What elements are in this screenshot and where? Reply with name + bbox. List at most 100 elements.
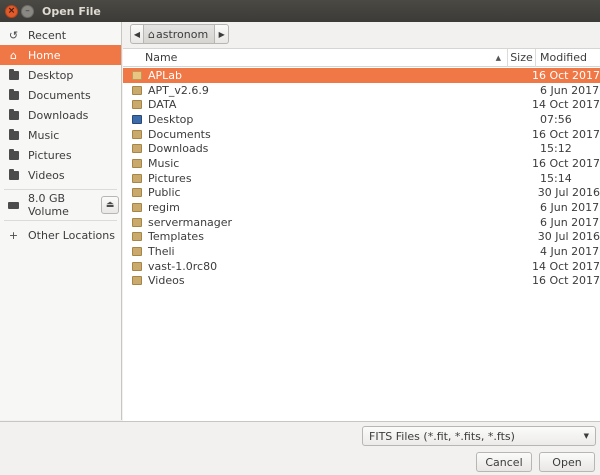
folder-icon [132,129,142,139]
table-row[interactable]: Templates 30 Jul 2016 [123,230,600,245]
file-modified: 6 Jun 2017 [540,215,600,229]
sidebar-item-documents[interactable]: Documents [0,85,121,105]
file-name: Desktop [148,112,194,126]
sidebar-item-label: 8.0 GB Volume [28,192,69,218]
folder-icon [132,85,142,95]
file-name: Pictures [148,171,192,185]
column-header-label: Name [145,51,178,64]
sort-up-icon: ▲ [495,53,501,62]
table-row[interactable]: APT_v2.6.9 6 Jun 2017 [123,83,600,98]
desktop-folder-icon [132,114,142,124]
file-name: DATA [148,98,177,112]
file-modified: 16 Oct 2017 [531,127,600,141]
places-sidebar: ↺ Recent ⌂ Home Desktop Documents Downlo… [0,22,122,420]
table-row[interactable]: regim 6 Jun 2017 [123,200,600,215]
table-row[interactable]: Public 30 Jul 2016 [123,186,600,201]
file-name-cell: Music [123,157,501,170]
file-type-filter[interactable]: FITS Files (*.fit, *.fits, *.fts) ▼ [362,426,596,446]
file-name-cell: servermanager [123,216,508,229]
table-row[interactable]: Pictures 15:14 [123,171,600,186]
file-name: regim [148,201,180,215]
file-modified: 30 Jul 2016 [537,230,600,244]
file-rows: APLab 16 Oct 2017 APT_v2.6.9 6 Jun 2017 DATA… [123,67,600,288]
sidebar-item-pictures[interactable]: Pictures [0,145,121,165]
home-icon: ⌂ [148,27,155,41]
table-row[interactable]: vast-1.0rc80 14 Oct 2017 [123,259,600,274]
sidebar-item-label: Documents [28,88,91,102]
folder-icon [132,188,142,198]
file-modified: 30 Jul 2016 [537,186,600,200]
sidebar-item-other-locations[interactable]: + Other Locations [0,225,121,245]
file-name-cell: Documents [123,128,501,141]
file-name: servermanager [148,215,233,229]
file-name-cell: Downloads [123,142,508,155]
file-name: Public [148,186,181,200]
recent-icon: ↺ [8,28,19,42]
table-row[interactable]: APLab 16 Oct 2017 [123,68,600,83]
path-scroll-right-button[interactable]: ▶ [215,24,230,44]
column-header-size[interactable]: Size [508,48,536,67]
file-modified: 07:56 [540,112,572,126]
drive-icon [8,201,19,209]
table-row[interactable]: Music 16 Oct 2017 [123,156,600,171]
sidebar-item-home[interactable]: ⌂ Home [0,45,121,65]
table-row[interactable]: Desktop 07:56 [123,112,600,127]
file-type-filter-label: FITS Files (*.fit, *.fits, *.fts) [369,429,515,443]
folder-icon [132,70,142,80]
folder-icon [8,128,19,140]
plus-icon: + [8,228,19,242]
sidebar-item-music[interactable]: Music [0,125,121,145]
column-header-name[interactable]: Name ▲ [123,48,508,67]
chevron-down-icon: ▼ [583,432,589,440]
dialog-footer: FITS Files (*.fit, *.fits, *.fts) ▼ Canc… [0,421,600,475]
file-name: Documents [148,127,211,141]
path-scroll-left-button[interactable]: ◀ [130,24,144,44]
cancel-button[interactable]: Cancel [476,452,532,472]
folder-icon [8,108,19,120]
folder-icon [132,276,142,286]
column-header-label: Size [510,50,533,64]
sidebar-item-downloads[interactable]: Downloads [0,105,121,125]
folder-icon [132,247,142,257]
sidebar-item-volume[interactable]: 8.0 GB Volume ⏏ [0,192,121,218]
table-row[interactable]: DATA 14 Oct 2017 [123,97,600,112]
table-row[interactable]: Downloads 15:12 [123,141,600,156]
folder-icon [132,100,142,110]
table-row[interactable]: Videos 16 Oct 2017 [123,274,600,289]
path-bar: ◀ ⌂ astronom ▶ [130,24,230,44]
folder-icon [8,168,19,180]
file-name-cell: Theli [123,245,508,258]
sidebar-separator [4,220,117,221]
sidebar-item-label: Recent [28,28,67,42]
table-row[interactable]: Theli 4 Jun 2017 [123,244,600,259]
column-header-modified[interactable]: Modified [536,49,587,67]
file-name-cell: Public [123,186,506,199]
file-name-cell: Videos [123,274,501,287]
home-icon: ⌂ [10,48,17,62]
folder-icon [132,203,142,213]
column-header-label: Modified [540,50,587,64]
open-button[interactable]: Open [539,452,595,472]
file-list: Name ▲ Size Modified APLab 16 Oct 2017 APT… [123,48,600,421]
file-name: Downloads [148,142,209,156]
sidebar-item-label: Videos [28,168,65,182]
sidebar-item-desktop[interactable]: Desktop [0,65,121,85]
table-row[interactable]: servermanager 6 Jun 2017 [123,215,600,230]
eject-icon[interactable]: ⏏ [100,196,119,214]
sidebar-item-videos[interactable]: Videos [0,165,121,185]
folder-icon [132,158,142,168]
file-name: Theli [148,245,175,259]
path-segment-home[interactable]: ⌂ astronom [144,24,216,44]
close-icon[interactable]: × [5,4,18,18]
minimize-icon[interactable]: – [21,4,34,18]
table-row[interactable]: Documents 16 Oct 2017 [123,127,600,142]
file-name: Music [148,156,180,170]
sidebar-item-recent[interactable]: ↺ Recent [0,25,121,45]
window-title: Open File [42,4,101,18]
folder-icon [132,217,142,227]
file-name: Templates [148,230,204,244]
file-name-cell: DATA [123,98,501,111]
file-modified: 15:12 [540,142,572,156]
file-modified: 16 Oct 2017 [531,68,600,82]
file-modified: 14 Oct 2017 [531,98,600,112]
